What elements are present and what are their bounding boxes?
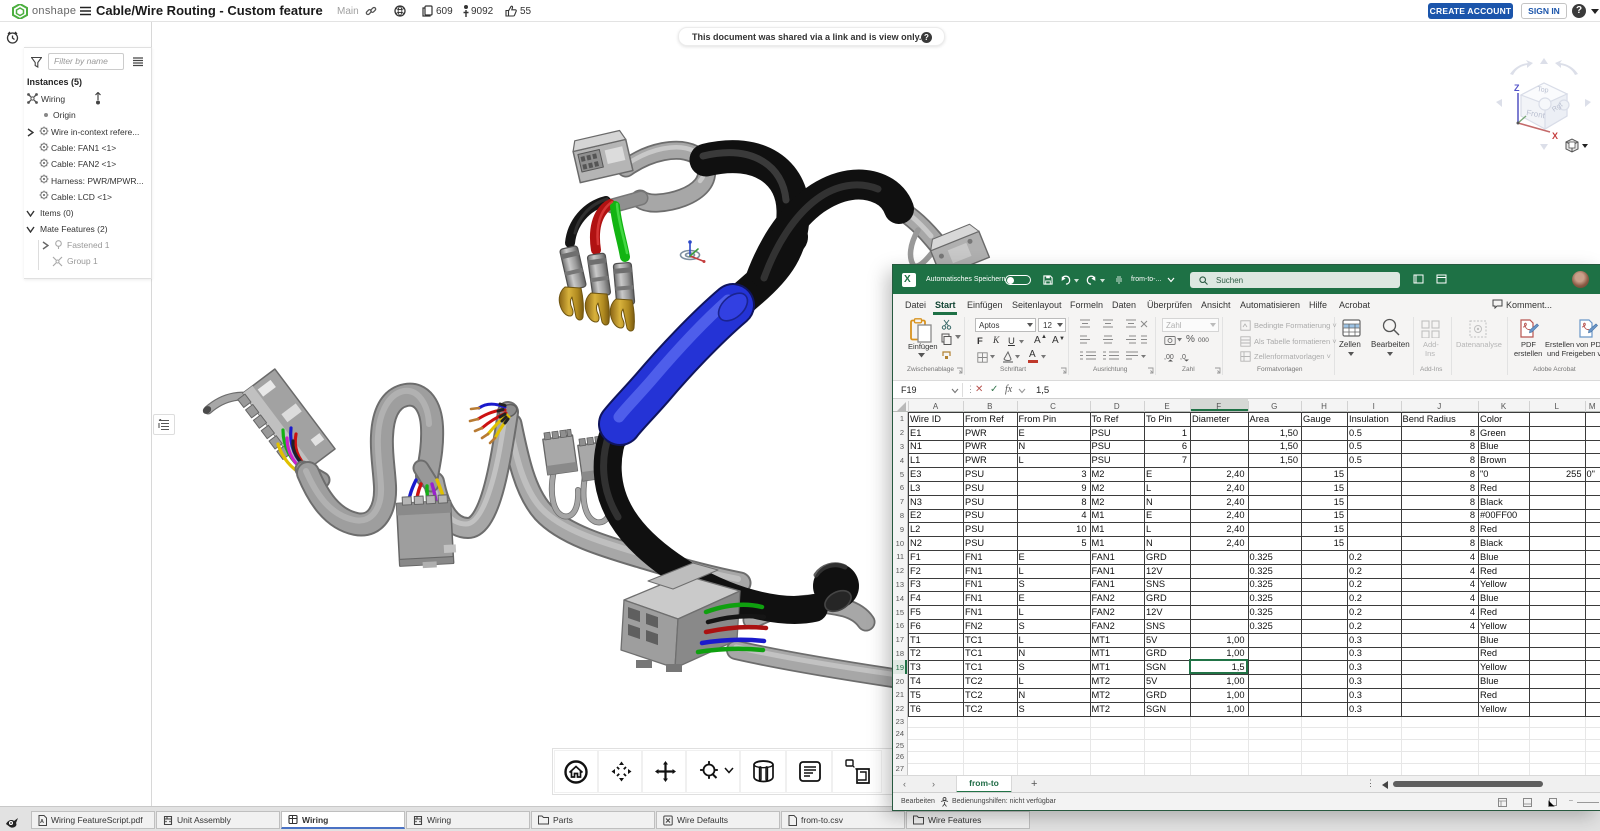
svg-text:X: X bbox=[1552, 131, 1558, 141]
svg-text:Z: Z bbox=[1514, 83, 1520, 93]
svg-text:,00: ,00 bbox=[1164, 354, 1174, 361]
svg-text:A: A bbox=[40, 819, 44, 825]
